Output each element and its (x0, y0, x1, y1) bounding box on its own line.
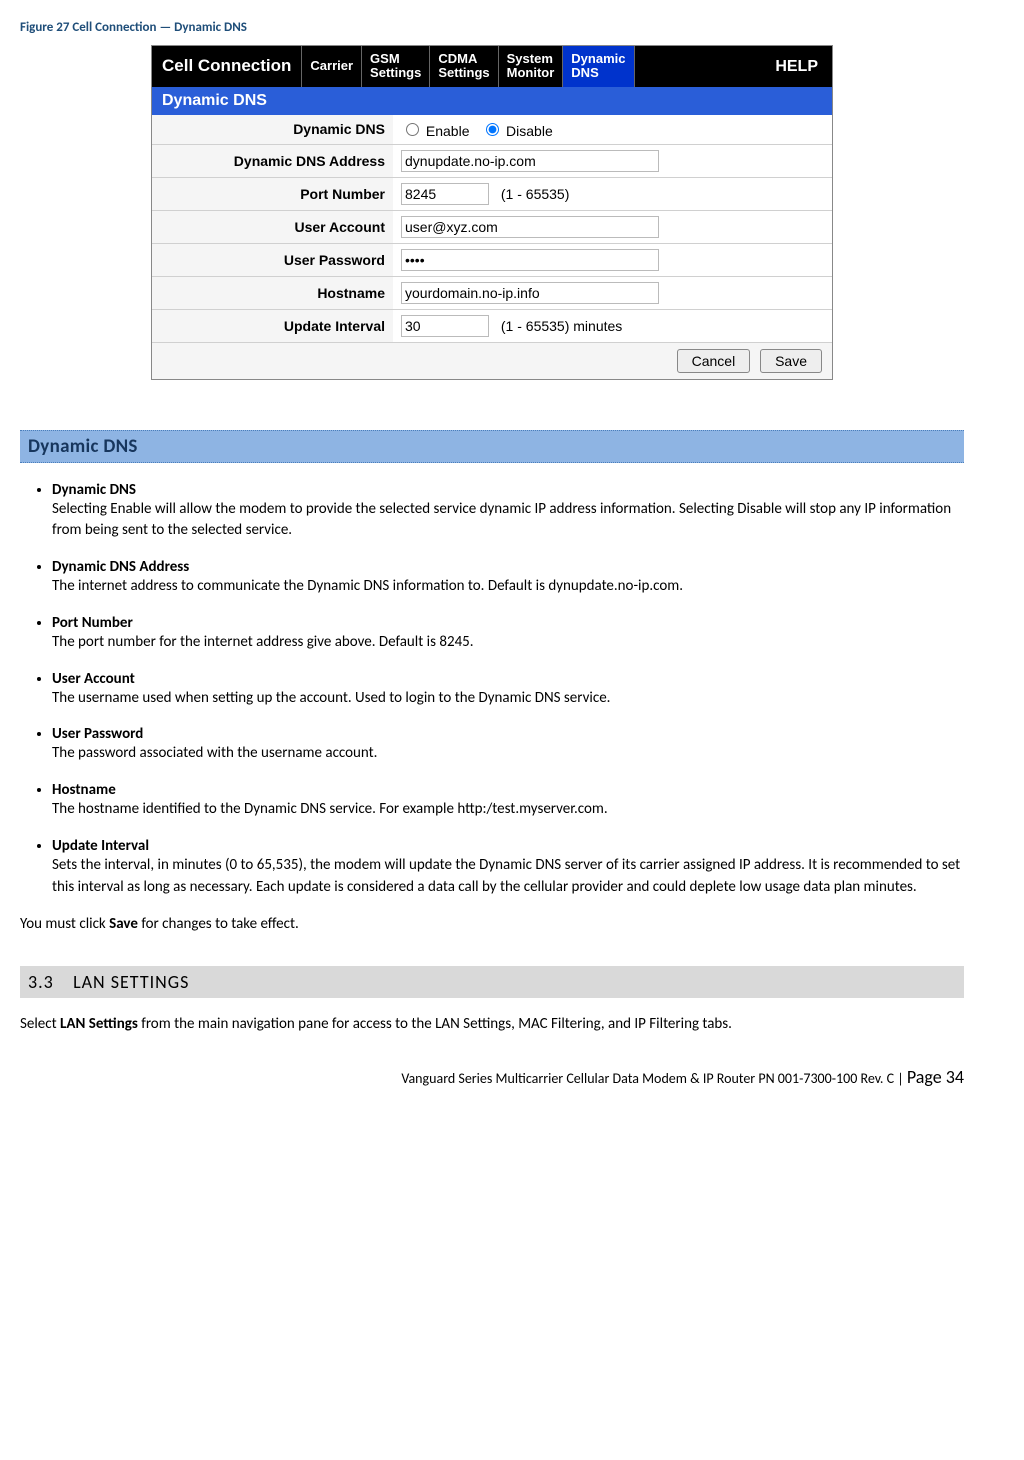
screenshot-container: Cell Connection Carrier GSM Settings CDM… (20, 45, 964, 380)
disable-radio[interactable] (486, 123, 499, 136)
pass-label: User Password (152, 243, 393, 276)
tab-bar: Cell Connection Carrier GSM Settings CDM… (152, 46, 832, 87)
definition-term: User Password (52, 725, 964, 743)
definition-desc: The password associated with the usernam… (52, 743, 964, 765)
footer-page: Page 34 (907, 1066, 964, 1088)
definitions-list: Dynamic DNSSelecting Enable will allow t… (20, 481, 964, 899)
tab-carrier[interactable]: Carrier (302, 46, 362, 87)
definition-desc: The internet address to communicate the … (52, 576, 964, 598)
section-heading-dynamic-dns: Dynamic DNS (20, 430, 964, 463)
definition-desc: Selecting Enable will allow the modem to… (52, 499, 964, 543)
enable-label: Enable (426, 123, 470, 139)
address-input[interactable] (401, 150, 659, 172)
interval-input[interactable] (401, 315, 489, 337)
footer-sep: | (894, 1070, 907, 1087)
port-label: Port Number (152, 177, 393, 210)
disable-label: Disable (506, 123, 553, 139)
definition-term: User Account (52, 670, 964, 688)
lan-text-post: from the main navigation pane for access… (138, 1015, 732, 1033)
tab-gsm-settings[interactable]: GSM Settings (362, 46, 430, 87)
definition-item: User PasswordThe password associated wit… (52, 725, 964, 765)
definition-item: User AccountThe username used when setti… (52, 670, 964, 710)
port-hint: (1 - 65535) (501, 186, 569, 202)
definition-term: Hostname (52, 781, 964, 799)
user-input[interactable] (401, 216, 659, 238)
interval-label: Update Interval (152, 309, 393, 342)
page-footer: Vanguard Series Multicarrier Cellular Da… (20, 1066, 964, 1088)
definition-term: Port Number (52, 614, 964, 632)
address-label: Dynamic DNS Address (152, 144, 393, 177)
user-label: User Account (152, 210, 393, 243)
pass-input[interactable] (401, 249, 659, 271)
host-label: Hostname (152, 276, 393, 309)
lan-text-bold: LAN Settings (60, 1015, 138, 1033)
tab-system-monitor[interactable]: System Monitor (499, 46, 564, 87)
interval-hint: (1 - 65535) minutes (501, 318, 622, 334)
dyndns-label: Dynamic DNS (152, 115, 393, 145)
definition-item: Dynamic DNSSelecting Enable will allow t… (52, 481, 964, 543)
definition-item: Update IntervalSets the interval, in min… (52, 837, 964, 899)
save-note-bold: Save (109, 915, 138, 933)
save-button[interactable]: Save (760, 349, 822, 373)
definition-desc: The port number for the internet address… (52, 632, 964, 654)
figure-caption: Figure 27 Cell Connection — Dynamic DNS (20, 20, 964, 35)
config-screenshot: Cell Connection Carrier GSM Settings CDM… (151, 45, 833, 380)
definition-term: Dynamic DNS (52, 481, 964, 499)
definition-desc: Sets the interval, in minutes (0 to 65,5… (52, 855, 964, 899)
definition-item: Port NumberThe port number for the inter… (52, 614, 964, 654)
definition-term: Update Interval (52, 837, 964, 855)
heading-number: 3.3 (28, 971, 68, 993)
host-input[interactable] (401, 282, 659, 304)
lan-text-pre: Select (20, 1015, 60, 1033)
lan-settings-text: Select LAN Settings from the main naviga… (20, 1014, 964, 1036)
tab-cell-connection[interactable]: Cell Connection (152, 46, 302, 87)
definition-item: HostnameThe hostname identified to the D… (52, 781, 964, 821)
section-heading-lan-settings: 3.3 LAN SETTINGS (20, 966, 964, 998)
tab-cdma-settings[interactable]: CDMA Settings (430, 46, 498, 87)
button-row: Cancel Save (152, 343, 832, 379)
definition-desc: The username used when setting up the ac… (52, 688, 964, 710)
definition-item: Dynamic DNS AddressThe internet address … (52, 558, 964, 598)
tab-dynamic-dns[interactable]: Dynamic DNS (563, 46, 634, 87)
heading-text: LAN SETTINGS (73, 971, 189, 993)
panel-title: Dynamic DNS (152, 87, 832, 115)
footer-product: Vanguard Series Multicarrier Cellular Da… (401, 1070, 894, 1087)
save-note-post: for changes to take effect. (138, 915, 299, 933)
definition-term: Dynamic DNS Address (52, 558, 964, 576)
tab-help[interactable]: HELP (761, 46, 832, 87)
save-note: You must click Save for changes to take … (20, 914, 964, 936)
settings-form: Dynamic DNS Enable Disable Dynamic DNS A… (152, 115, 832, 343)
cancel-button[interactable]: Cancel (677, 349, 751, 373)
enable-radio[interactable] (406, 123, 419, 136)
port-input[interactable] (401, 183, 489, 205)
definition-desc: The hostname identified to the Dynamic D… (52, 799, 964, 821)
save-note-pre: You must click (20, 915, 109, 933)
